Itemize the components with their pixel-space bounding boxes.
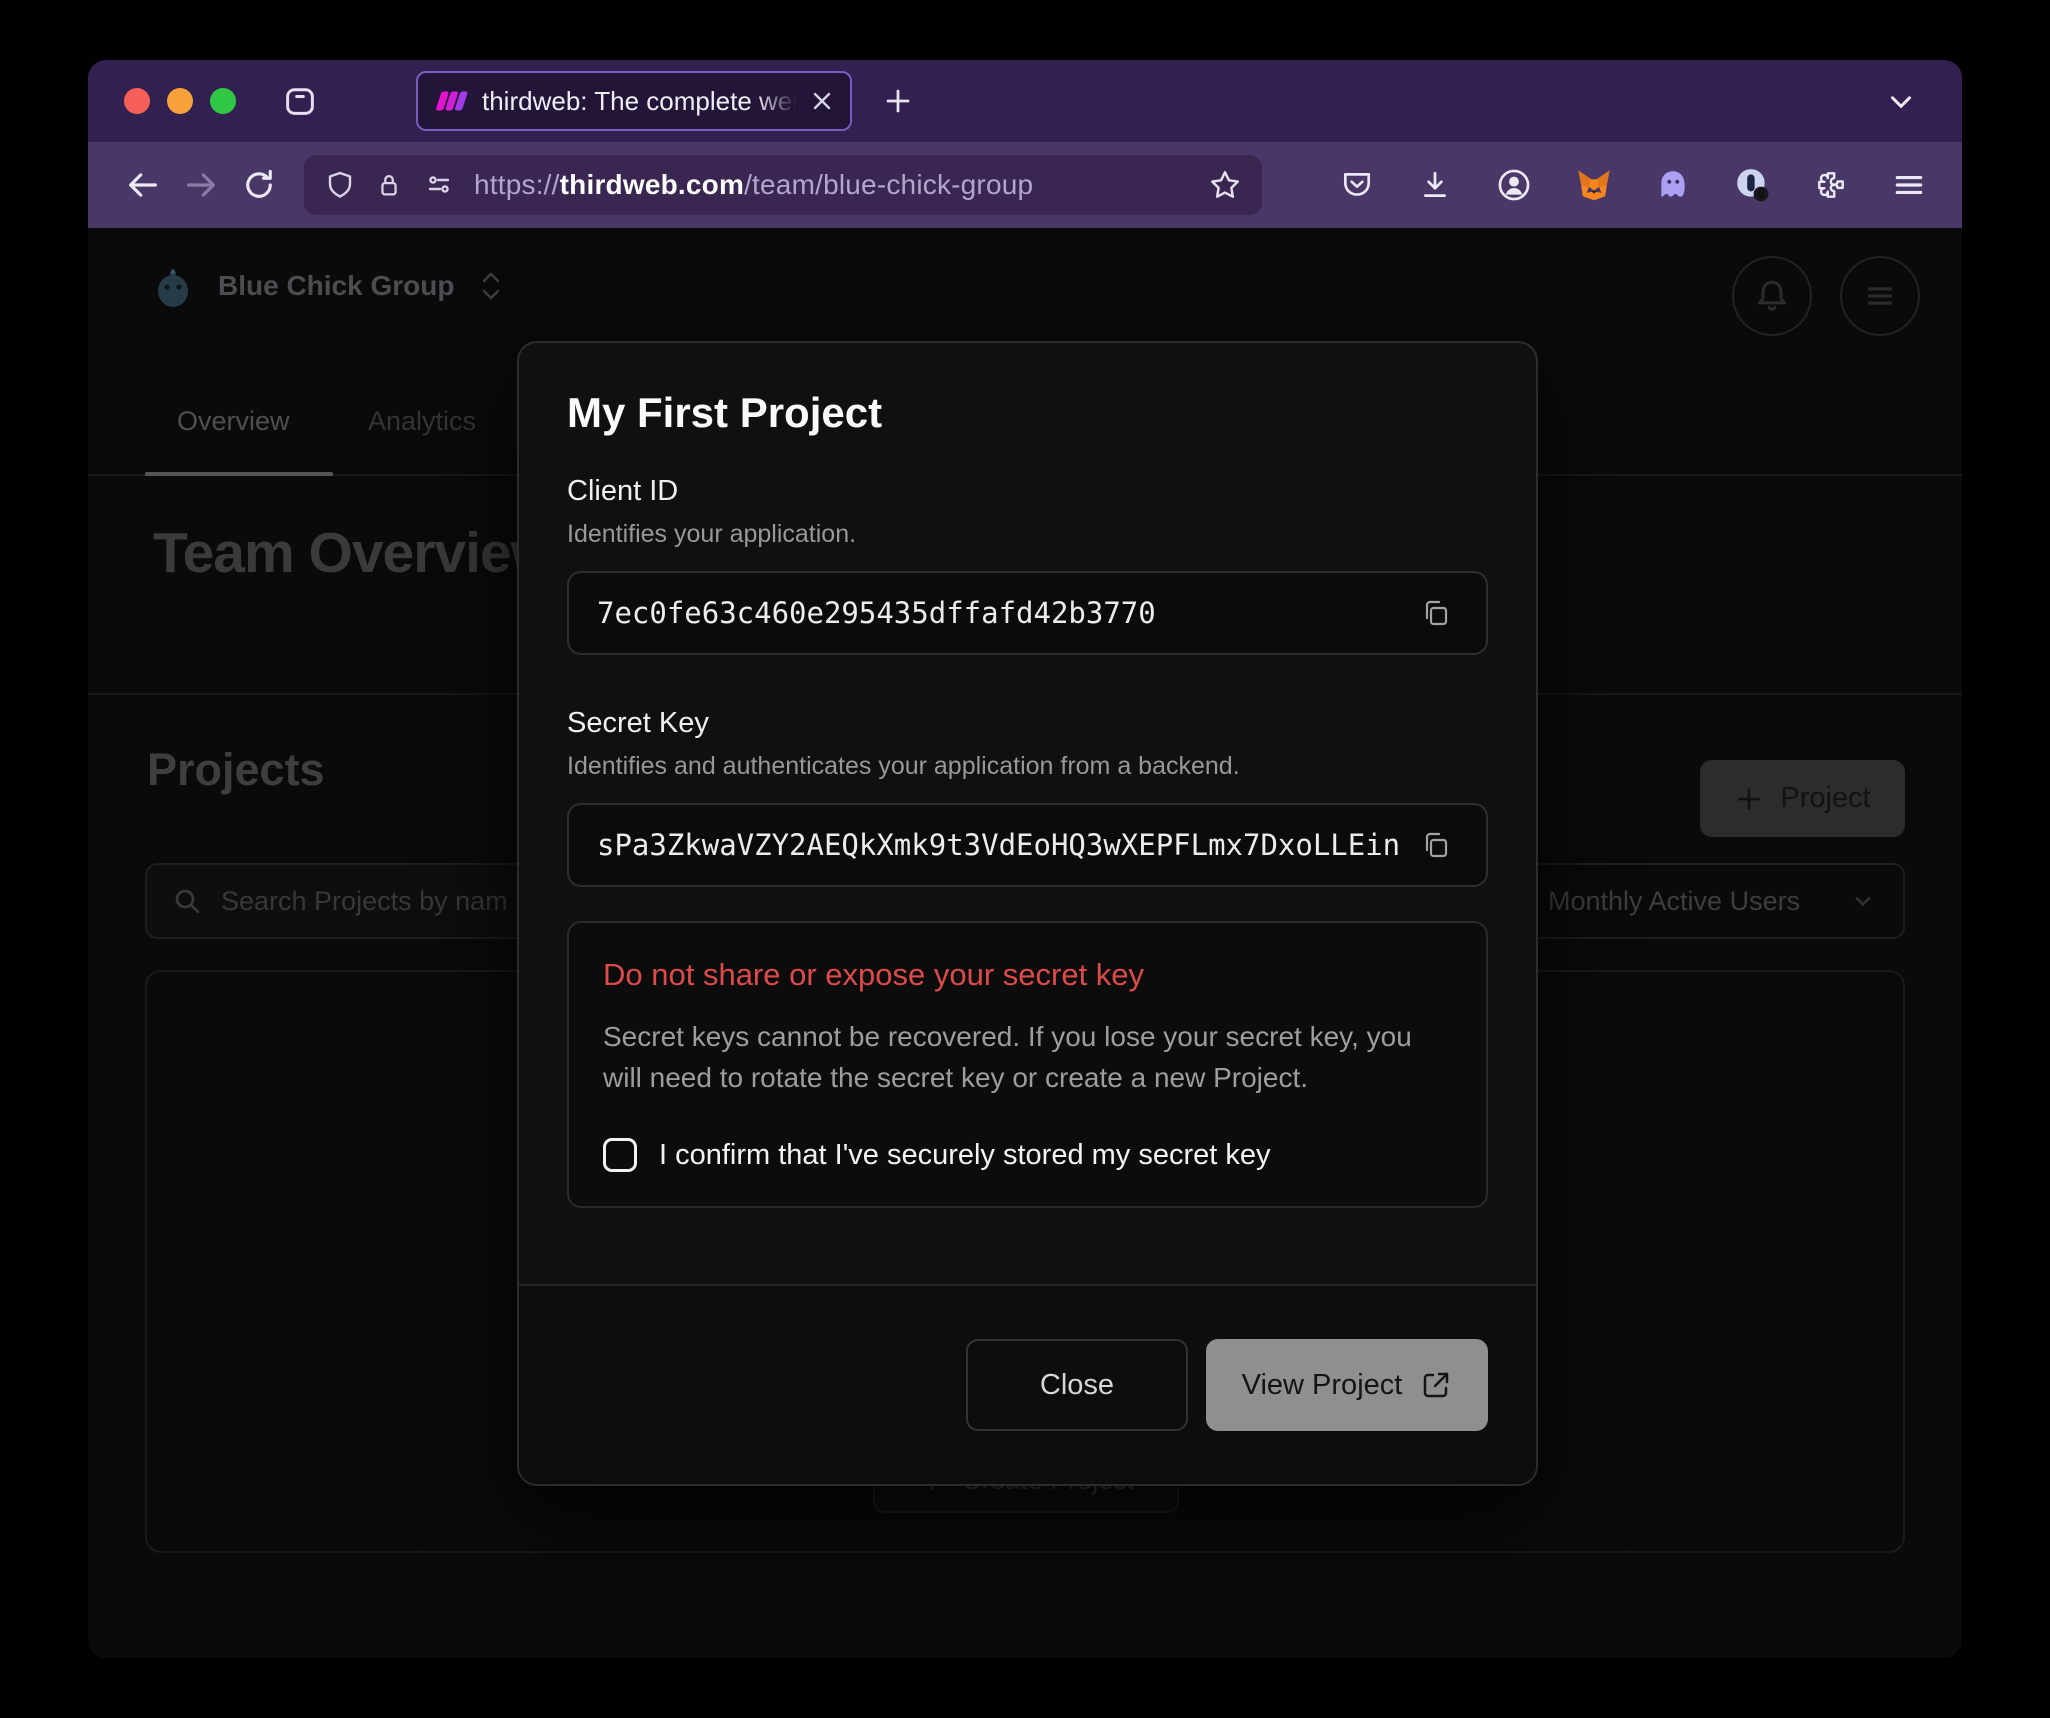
browser-tab-thirdweb[interactable]: thirdweb: The complete web3 de — [416, 71, 852, 131]
secret-key-value: sPa3ZkwaVZY2AEQkXmk9t3VdEoHQ3wXEPFLmx7Dx… — [597, 828, 1398, 862]
secret-key-label: Secret Key — [567, 707, 1488, 740]
account-menu-button[interactable] — [1840, 256, 1920, 336]
team-name: Blue Chick Group — [218, 270, 454, 302]
reload-button[interactable] — [230, 156, 288, 214]
permissions-icon[interactable] — [422, 169, 456, 201]
modal-title: My First Project — [567, 389, 1488, 437]
secret-key-input[interactable]: sPa3ZkwaVZY2AEQkXmk9t3VdEoHQ3wXEPFLmx7Dx… — [567, 803, 1488, 887]
thirdweb-logo-icon — [434, 88, 468, 114]
tab-analytics[interactable]: Analytics — [368, 406, 476, 437]
client-id-description: Identifies your application. — [567, 520, 1488, 549]
minimize-window-button[interactable] — [167, 88, 193, 114]
window-controls — [124, 88, 236, 114]
copy-client-id-button[interactable] — [1414, 591, 1458, 635]
forward-button[interactable] — [172, 156, 230, 214]
team-avatar — [150, 262, 196, 310]
team-switcher[interactable]: Blue Chick Group — [150, 262, 506, 310]
notifications-button[interactable] — [1732, 256, 1812, 336]
page-viewport: Blue Chick Group Overview — [88, 228, 1962, 1658]
client-id-field: Client ID Identifies your application. 7… — [567, 475, 1488, 655]
firefox-view-icon[interactable] — [282, 83, 318, 119]
list-all-tabs-chevron-icon[interactable] — [1884, 84, 1918, 118]
tab-close-icon[interactable] — [810, 89, 834, 113]
menu-icon — [1861, 277, 1899, 315]
add-project-button[interactable]: Project — [1700, 760, 1905, 837]
browser-toolbar: https://thirdweb.com/team/blue-chick-gro… — [88, 142, 1962, 228]
copy-secret-key-button[interactable] — [1414, 823, 1458, 867]
active-tab-underline — [145, 472, 333, 476]
tab-overview[interactable]: Overview — [177, 406, 290, 437]
secret-key-warning: Do not share or expose your secret key S… — [567, 921, 1488, 1208]
privacy-extension-icon[interactable] — [1734, 167, 1770, 203]
close-window-button[interactable] — [124, 88, 150, 114]
project-details-modal: My First Project Client ID Identifies yo… — [517, 341, 1538, 1486]
external-link-icon — [1420, 1369, 1452, 1401]
downloads-icon[interactable] — [1418, 168, 1452, 202]
warning-title: Do not share or expose your secret key — [603, 957, 1452, 993]
confirm-row: I confirm that I've securely stored my s… — [603, 1138, 1452, 1172]
extensions-puzzle-icon[interactable] — [1814, 168, 1848, 202]
search-icon — [171, 885, 203, 917]
back-button[interactable] — [114, 156, 172, 214]
menu-hamburger-icon[interactable] — [1892, 168, 1926, 202]
confirm-checkbox[interactable] — [603, 1138, 637, 1172]
team-selector-chevrons-icon — [476, 266, 506, 306]
client-id-label: Client ID — [567, 475, 1488, 508]
warning-body: Secret keys cannot be recovered. If you … — [603, 1017, 1443, 1098]
account-icon[interactable] — [1496, 167, 1532, 203]
tab-title: thirdweb: The complete web3 de — [482, 86, 796, 117]
zoom-window-button[interactable] — [210, 88, 236, 114]
new-tab-button[interactable] — [882, 85, 914, 117]
projects-heading: Projects — [147, 744, 325, 796]
url-bar[interactable]: https://thirdweb.com/team/blue-chick-gro… — [304, 155, 1262, 215]
phantom-icon[interactable] — [1656, 168, 1690, 202]
sort-by-select[interactable]: Monthly Active Users — [1520, 863, 1905, 939]
plus-icon — [1734, 784, 1764, 814]
modal-footer: Close View Project — [519, 1284, 1536, 1484]
browser-tab-bar: thirdweb: The complete web3 de — [88, 60, 1962, 142]
bookmark-star-icon[interactable] — [1208, 168, 1242, 202]
browser-window: thirdweb: The complete web3 de — [88, 60, 1962, 1658]
page-title: Team Overview — [153, 520, 554, 586]
close-button[interactable]: Close — [966, 1339, 1188, 1431]
copy-icon — [1420, 829, 1452, 861]
view-project-button[interactable]: View Project — [1206, 1339, 1488, 1431]
client-id-input[interactable]: 7ec0fe63c460e295435dffafd42b3770 — [567, 571, 1488, 655]
client-id-value: 7ec0fe63c460e295435dffafd42b3770 — [597, 596, 1398, 630]
url-text: https://thirdweb.com/team/blue-chick-gro… — [474, 169, 1033, 201]
tracking-protection-shield-icon[interactable] — [324, 169, 356, 201]
bell-icon — [1752, 276, 1792, 316]
secret-key-field: Secret Key Identifies and authenticates … — [567, 707, 1488, 887]
confirm-label[interactable]: I confirm that I've securely stored my s… — [659, 1139, 1271, 1172]
secret-key-description: Identifies and authenticates your applic… — [567, 752, 1488, 781]
metamask-icon[interactable] — [1576, 167, 1612, 203]
copy-icon — [1420, 597, 1452, 629]
search-placeholder: Search Projects by nam — [221, 886, 508, 917]
pocket-icon[interactable] — [1340, 168, 1374, 202]
chevron-down-icon — [1849, 887, 1877, 915]
lock-icon[interactable] — [374, 169, 404, 201]
